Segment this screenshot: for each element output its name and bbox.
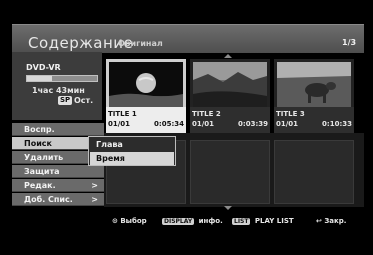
title-info-3[interactable]: TITLE 3 01/01 0:10:33 [274,107,354,133]
menu-item-label: Доб. Спис. [24,195,73,204]
hint-list-label: PLAY LIST [254,217,294,225]
animal-in-field-image [277,62,351,112]
menu-item-label: Редак. [24,181,56,190]
menu-item-label: Защита [24,167,60,176]
menu-item-edit[interactable]: Редак. > [12,179,104,192]
menu-item-protect[interactable]: Защита [12,165,104,178]
disc-type-label: DVD-VR [26,63,61,72]
scroll-down-icon[interactable] [224,206,232,210]
title-date: 01/01 [276,120,299,128]
hint-close: ↩ Закр. [316,214,346,228]
disc-time-label: 1час 43мин [32,86,85,95]
empty-title-slot [274,140,354,204]
menu-item-label: Удалить [24,153,64,162]
menu-item-label: Поиск [24,139,52,148]
title-info-2[interactable]: TITLE 2 01/01 0:03:39 [190,107,270,133]
list-key-badge: LIST [232,218,251,225]
hint-select: ⊙ Выбор [112,214,147,228]
submenu-item-chapter[interactable]: Глава [90,138,174,151]
display-key-badge: DISPLAY [162,218,195,225]
page-indicator: 1/3 [342,38,357,47]
empty-title-slot [190,140,270,204]
menu-item-arrow: > [91,195,98,204]
menu-item-label: Воспр. [24,125,55,134]
quality-badge: SP [58,96,73,105]
title-info-1[interactable]: TITLE 1 01/01 0:05:34 [106,107,186,133]
submenu-item-time[interactable]: Время [90,152,174,165]
title-date: 01/01 [108,120,131,128]
scroll-up-icon[interactable] [224,54,232,58]
title-duration: 0:10:33 [322,120,352,128]
menu-item-arrow: > [91,181,98,190]
disc-capacity-fill [27,76,52,81]
title-date: 01/01 [192,120,215,128]
title-name: TITLE 3 [276,110,305,118]
hint-close-label: Закр. [324,217,347,225]
dark-landscape-image [193,62,267,112]
hint-select-label: Выбор [120,217,147,225]
hint-display: DISPLAY инфо. [162,214,223,229]
disc-capacity-bar [26,75,98,82]
help-bar: ⊙ Выбор DISPLAY инфо. LIST PLAY LIST ↩ З… [104,214,364,228]
title-name: TITLE 1 [108,110,137,118]
hint-display-label: инфо. [198,217,223,225]
page-subtitle: Оригинал [118,39,163,48]
hint-list: LIST PLAY LIST [232,214,294,229]
moon-over-ground-image [109,62,183,112]
search-submenu: Глава Время [88,136,176,166]
select-dial-icon: ⊙ [112,217,118,225]
menu-item-add-list[interactable]: Доб. Спис. > [12,193,104,206]
title-name: TITLE 2 [192,110,221,118]
remaining-label: Ост. [74,96,94,105]
title-duration: 0:03:39 [238,120,268,128]
title-duration: 0:05:34 [154,120,184,128]
return-icon: ↩ [316,217,322,225]
dvd-menu-screen: Содержание Оригинал 1/3 DVD-VR 1час 43ми… [0,0,373,255]
menu-item-play[interactable]: Воспр. [12,123,104,136]
